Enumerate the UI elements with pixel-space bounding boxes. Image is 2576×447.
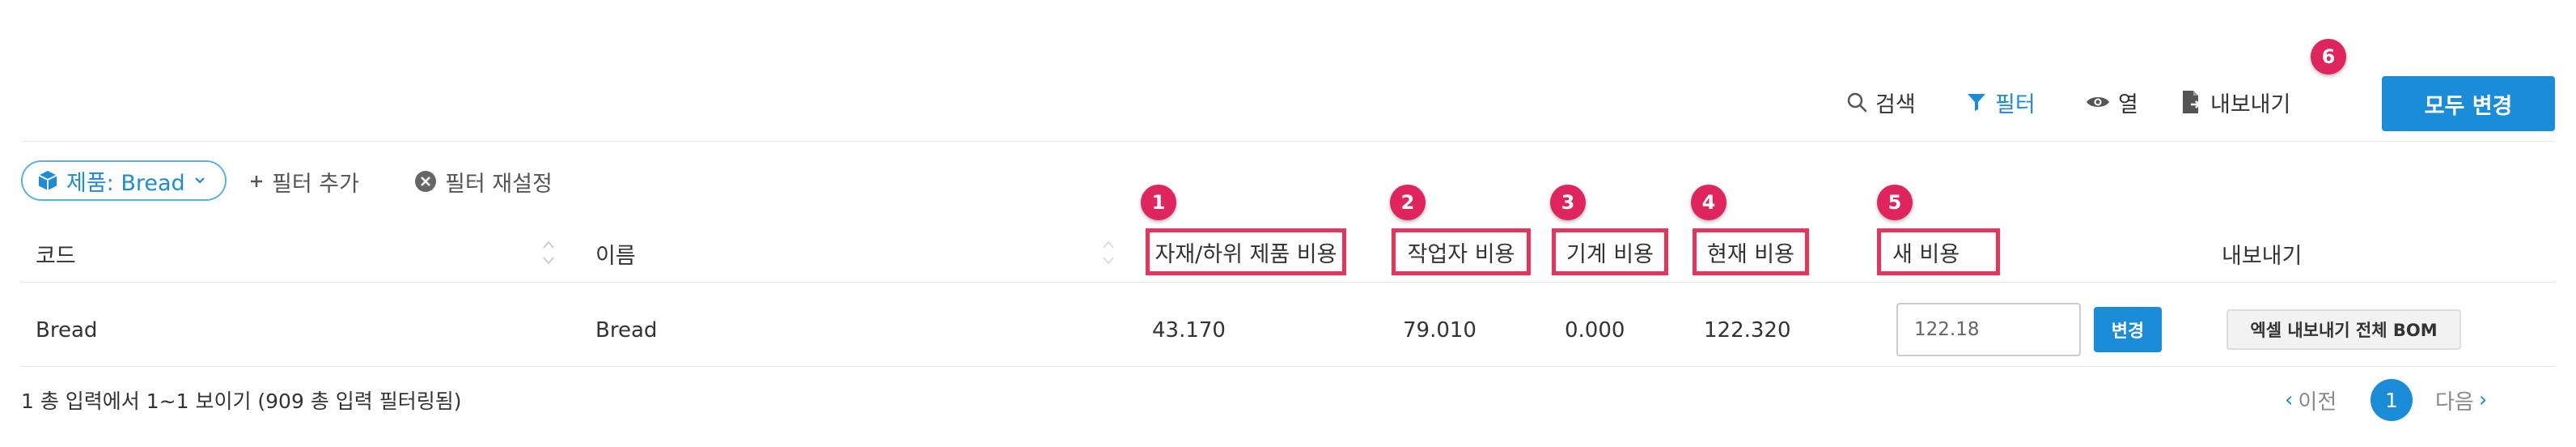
change-all-button[interactable]: 모두 변경 [2382, 76, 2555, 131]
close-circle-icon [415, 171, 436, 192]
cube-icon [38, 171, 57, 190]
header-current-cost: 현재 비용 [1693, 228, 1809, 275]
reset-filter-button[interactable]: 필터 재설정 [414, 165, 553, 198]
header-name[interactable]: 이름 [595, 237, 636, 270]
page: 검색 필터 열 내보내기 모두 변경 제품: Bread 필터 추가 필터 재설… [0, 0, 2576, 447]
annotation-badge-4: 4 [1691, 185, 1727, 220]
chevron-right-icon: › [2478, 388, 2488, 412]
annotation-badge-6: 6 [2311, 39, 2346, 74]
sort-icon[interactable] [540, 238, 557, 267]
page-button-current[interactable]: 1 [2371, 379, 2413, 421]
product-filter-chip[interactable]: 제품: Bread [21, 160, 227, 201]
annotation-badge-2: 2 [1390, 185, 1426, 220]
cell-code: Bread [36, 318, 98, 343]
product-filter-label: 제품: Bread [66, 170, 185, 196]
file-export-icon [2183, 91, 2201, 113]
prev-page-button[interactable]: ‹ 이전 [2285, 384, 2337, 416]
cell-labor-cost: 79.010 [1403, 318, 1477, 343]
eye-icon [2087, 97, 2109, 107]
prev-page-label: 이전 [2298, 390, 2337, 415]
chevron-down-icon [194, 177, 205, 184]
export-toolbar-button[interactable]: 내보내기 [2181, 86, 2290, 118]
cell-machine-cost: 0.000 [1565, 318, 1625, 343]
cell-material-cost: 43.170 [1152, 318, 1226, 343]
filter-button[interactable]: 필터 [1966, 86, 2036, 118]
annotation-badge-3: 3 [1550, 185, 1586, 220]
pagination-summary: 1 총 입력에서 1~1 보이기 (909 총 입력 필터링됨) [21, 390, 462, 413]
plus-icon [251, 176, 262, 187]
annotation-badge-5: 5 [1877, 185, 1913, 220]
header-machine-cost: 기계 비용 [1552, 228, 1668, 275]
chevron-left-icon: ‹ [2285, 388, 2294, 412]
next-page-label: 다음 [2435, 390, 2474, 415]
annotation-badge-1: 1 [1141, 185, 1176, 220]
search-button[interactable]: 검색 [1846, 86, 1916, 118]
filter-label: 필터 [1995, 92, 2036, 117]
change-button[interactable]: 변경 [2094, 307, 2162, 352]
reset-filter-label: 필터 재설정 [445, 171, 553, 197]
search-icon [1847, 92, 1867, 113]
export-label: 내보내기 [2210, 92, 2291, 117]
header-labor-cost: 작업자 비용 [1392, 228, 1531, 275]
header-material-cost: 자재/하위 제품 비용 [1146, 228, 1346, 275]
next-page-button[interactable]: 다음 › [2435, 384, 2487, 416]
toolbar-divider [21, 141, 2555, 142]
header-code[interactable]: 코드 [36, 237, 76, 270]
header-divider [21, 282, 2555, 283]
header-new-cost: 새 비용 [1877, 228, 2000, 275]
filter-icon [1968, 94, 1985, 111]
sort-icon[interactable] [1100, 238, 1116, 267]
new-cost-input[interactable] [1896, 303, 2081, 356]
search-label: 검색 [1875, 92, 1916, 117]
cell-name: Bread [595, 318, 658, 343]
header-export: 내보내기 [2222, 243, 2303, 269]
add-filter-button[interactable]: 필터 추가 [249, 165, 359, 198]
add-filter-label: 필터 추가 [272, 171, 359, 197]
row-divider [21, 366, 2555, 367]
columns-label: 열 [2118, 92, 2138, 117]
export-bom-button[interactable]: 엑셀 내보내기 전체 BOM [2226, 309, 2461, 350]
cell-current-cost: 122.320 [1704, 318, 1791, 343]
columns-button[interactable]: 열 [2086, 86, 2138, 118]
